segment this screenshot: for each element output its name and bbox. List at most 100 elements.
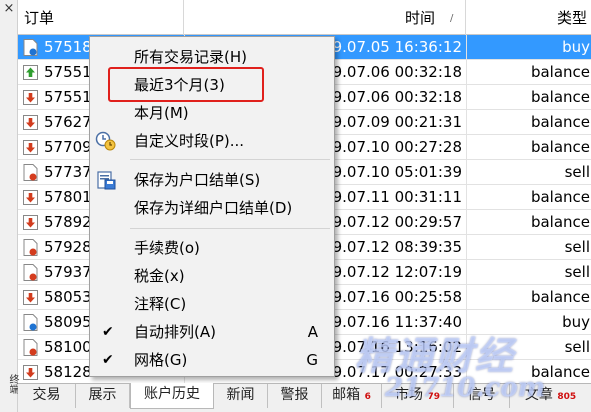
order-cell: 57709 bbox=[44, 138, 92, 156]
tab-alerts[interactable]: 警报 bbox=[268, 384, 322, 408]
highlight-annotation-box bbox=[108, 67, 264, 102]
tab-count-badge: 79 bbox=[427, 392, 440, 402]
withdraw-arrow-icon bbox=[23, 189, 38, 206]
menu-item-custom-period[interactable]: 自定义时段(P)... bbox=[90, 128, 334, 154]
type-cell: buy bbox=[562, 313, 590, 331]
tab-label: 邮箱 bbox=[332, 387, 361, 403]
order-cell: 57551 bbox=[44, 88, 92, 106]
terminal-tab-bar: 交易 展示 账户历史 新闻 警报 邮箱 6 市场 79 信号 文章 805 bbox=[18, 383, 591, 412]
order-cell: 57551 bbox=[44, 63, 92, 81]
order-cell: 58128 bbox=[44, 363, 92, 381]
checkmark-icon: ✔ bbox=[102, 324, 114, 340]
order-cell: 57627 bbox=[44, 113, 92, 131]
type-cell: buy bbox=[562, 38, 590, 56]
sell-doc-icon bbox=[23, 164, 38, 181]
menu-item-comment[interactable]: 注释(C) bbox=[90, 291, 334, 317]
withdraw-arrow-icon bbox=[23, 214, 38, 231]
menu-item-label: 自定义时段(P)... bbox=[134, 132, 245, 150]
order-cell: 57737 bbox=[44, 163, 92, 181]
tab-count-badge: 6 bbox=[364, 392, 371, 402]
type-cell: balance bbox=[530, 113, 590, 131]
withdraw-arrow-icon bbox=[23, 114, 38, 131]
menu-item-accelerator: G bbox=[306, 351, 318, 369]
close-icon[interactable]: × bbox=[2, 2, 16, 16]
menu-item-save-statement[interactable]: 保存为户口结单(S) bbox=[90, 167, 334, 193]
menu-item-save-detailed-statement[interactable]: 保存为详细户口结单(D) bbox=[90, 195, 334, 221]
checkmark-icon: ✔ bbox=[102, 352, 114, 368]
column-header-order[interactable]: 订单 bbox=[18, 0, 184, 35]
column-divider bbox=[466, 35, 467, 383]
column-header-time[interactable]: 时间 bbox=[184, 0, 466, 35]
table-header: 订单 时间 / 类型 bbox=[18, 0, 591, 35]
menu-item-label: 保存为户口结单(S) bbox=[134, 171, 261, 189]
type-cell: balance bbox=[530, 363, 590, 381]
order-cell: 58095 bbox=[44, 313, 92, 331]
terminal-side-strip: × 终端 bbox=[0, 0, 18, 412]
tab-trade[interactable]: 交易 bbox=[18, 384, 76, 408]
order-cell: 57928 bbox=[44, 238, 92, 256]
order-cell: 57801 bbox=[44, 188, 92, 206]
deposit-arrow-icon bbox=[23, 64, 38, 81]
menu-item-label: 自动排列(A) bbox=[134, 323, 216, 341]
column-header-type[interactable]: 类型 bbox=[466, 0, 591, 35]
type-cell: sell bbox=[564, 263, 590, 281]
tab-label: 警报 bbox=[280, 387, 309, 403]
menu-item-label: 手续费(o) bbox=[134, 239, 200, 257]
type-cell: sell bbox=[564, 338, 590, 356]
menu-item-label: 保存为详细户口结单(D) bbox=[134, 199, 293, 217]
menu-item-label: 税金(x) bbox=[134, 267, 185, 285]
sort-indicator-icon: / bbox=[450, 13, 454, 24]
menu-item-auto-arrange[interactable]: ✔ 自动排列(A) A bbox=[90, 319, 334, 345]
order-cell: 57937 bbox=[44, 263, 92, 281]
tab-market[interactable]: 市场 79 bbox=[382, 384, 454, 408]
menu-item-label: 网格(G) bbox=[134, 351, 188, 369]
tab-mailbox[interactable]: 邮箱 6 bbox=[322, 384, 382, 408]
sell-doc-icon bbox=[23, 264, 38, 281]
withdraw-arrow-icon bbox=[23, 89, 38, 106]
menu-item-grid[interactable]: ✔ 网格(G) G bbox=[90, 347, 334, 373]
withdraw-arrow-icon bbox=[23, 139, 38, 156]
withdraw-arrow-icon bbox=[23, 289, 38, 306]
type-cell: balance bbox=[530, 63, 590, 81]
type-cell: balance bbox=[530, 213, 590, 231]
type-cell: balance bbox=[530, 138, 590, 156]
withdraw-arrow-icon bbox=[23, 364, 38, 381]
tab-count-badge: 805 bbox=[557, 392, 577, 402]
sell-doc-icon bbox=[23, 239, 38, 256]
menu-item-this-month[interactable]: 本月(M) bbox=[90, 100, 334, 126]
tab-news[interactable]: 新闻 bbox=[214, 384, 268, 408]
type-cell: sell bbox=[564, 163, 590, 181]
tab-label: 账户历史 bbox=[144, 386, 200, 402]
type-cell: sell bbox=[564, 238, 590, 256]
order-cell: 57518 bbox=[44, 38, 92, 56]
tab-label: 新闻 bbox=[226, 387, 255, 403]
type-cell: balance bbox=[530, 88, 590, 106]
menu-item-commission[interactable]: 手续费(o) bbox=[90, 235, 334, 261]
order-cell: 58100 bbox=[44, 338, 92, 356]
tab-label: 市场 bbox=[395, 387, 423, 403]
tab-label: 文章 bbox=[524, 387, 553, 403]
buy-doc-icon bbox=[23, 314, 38, 331]
menu-separator bbox=[130, 159, 330, 160]
menu-item-label: 注释(C) bbox=[134, 295, 187, 313]
calendar-clock-icon bbox=[95, 131, 117, 151]
type-cell: balance bbox=[530, 188, 590, 206]
tab-exposure[interactable]: 展示 bbox=[76, 384, 130, 408]
order-cell: 57892 bbox=[44, 213, 92, 231]
tab-label: 展示 bbox=[88, 387, 117, 403]
buy-doc-icon bbox=[23, 39, 38, 56]
menu-item-label: 本月(M) bbox=[134, 104, 189, 122]
save-report-icon bbox=[95, 170, 117, 190]
menu-separator bbox=[130, 228, 330, 229]
tab-articles[interactable]: 文章 805 bbox=[510, 384, 591, 408]
type-cell: balance bbox=[530, 288, 590, 306]
menu-item-accelerator: A bbox=[307, 323, 318, 341]
menu-item-taxes[interactable]: 税金(x) bbox=[90, 263, 334, 289]
tab-label: 信号 bbox=[467, 387, 496, 403]
tab-signals[interactable]: 信号 bbox=[454, 384, 510, 408]
order-cell: 58053 bbox=[44, 288, 92, 306]
tab-label: 交易 bbox=[32, 387, 61, 403]
terminal-label: 终端 bbox=[7, 374, 18, 394]
tab-account-history[interactable]: 账户历史 bbox=[130, 383, 214, 409]
sell-doc-icon bbox=[23, 339, 38, 356]
